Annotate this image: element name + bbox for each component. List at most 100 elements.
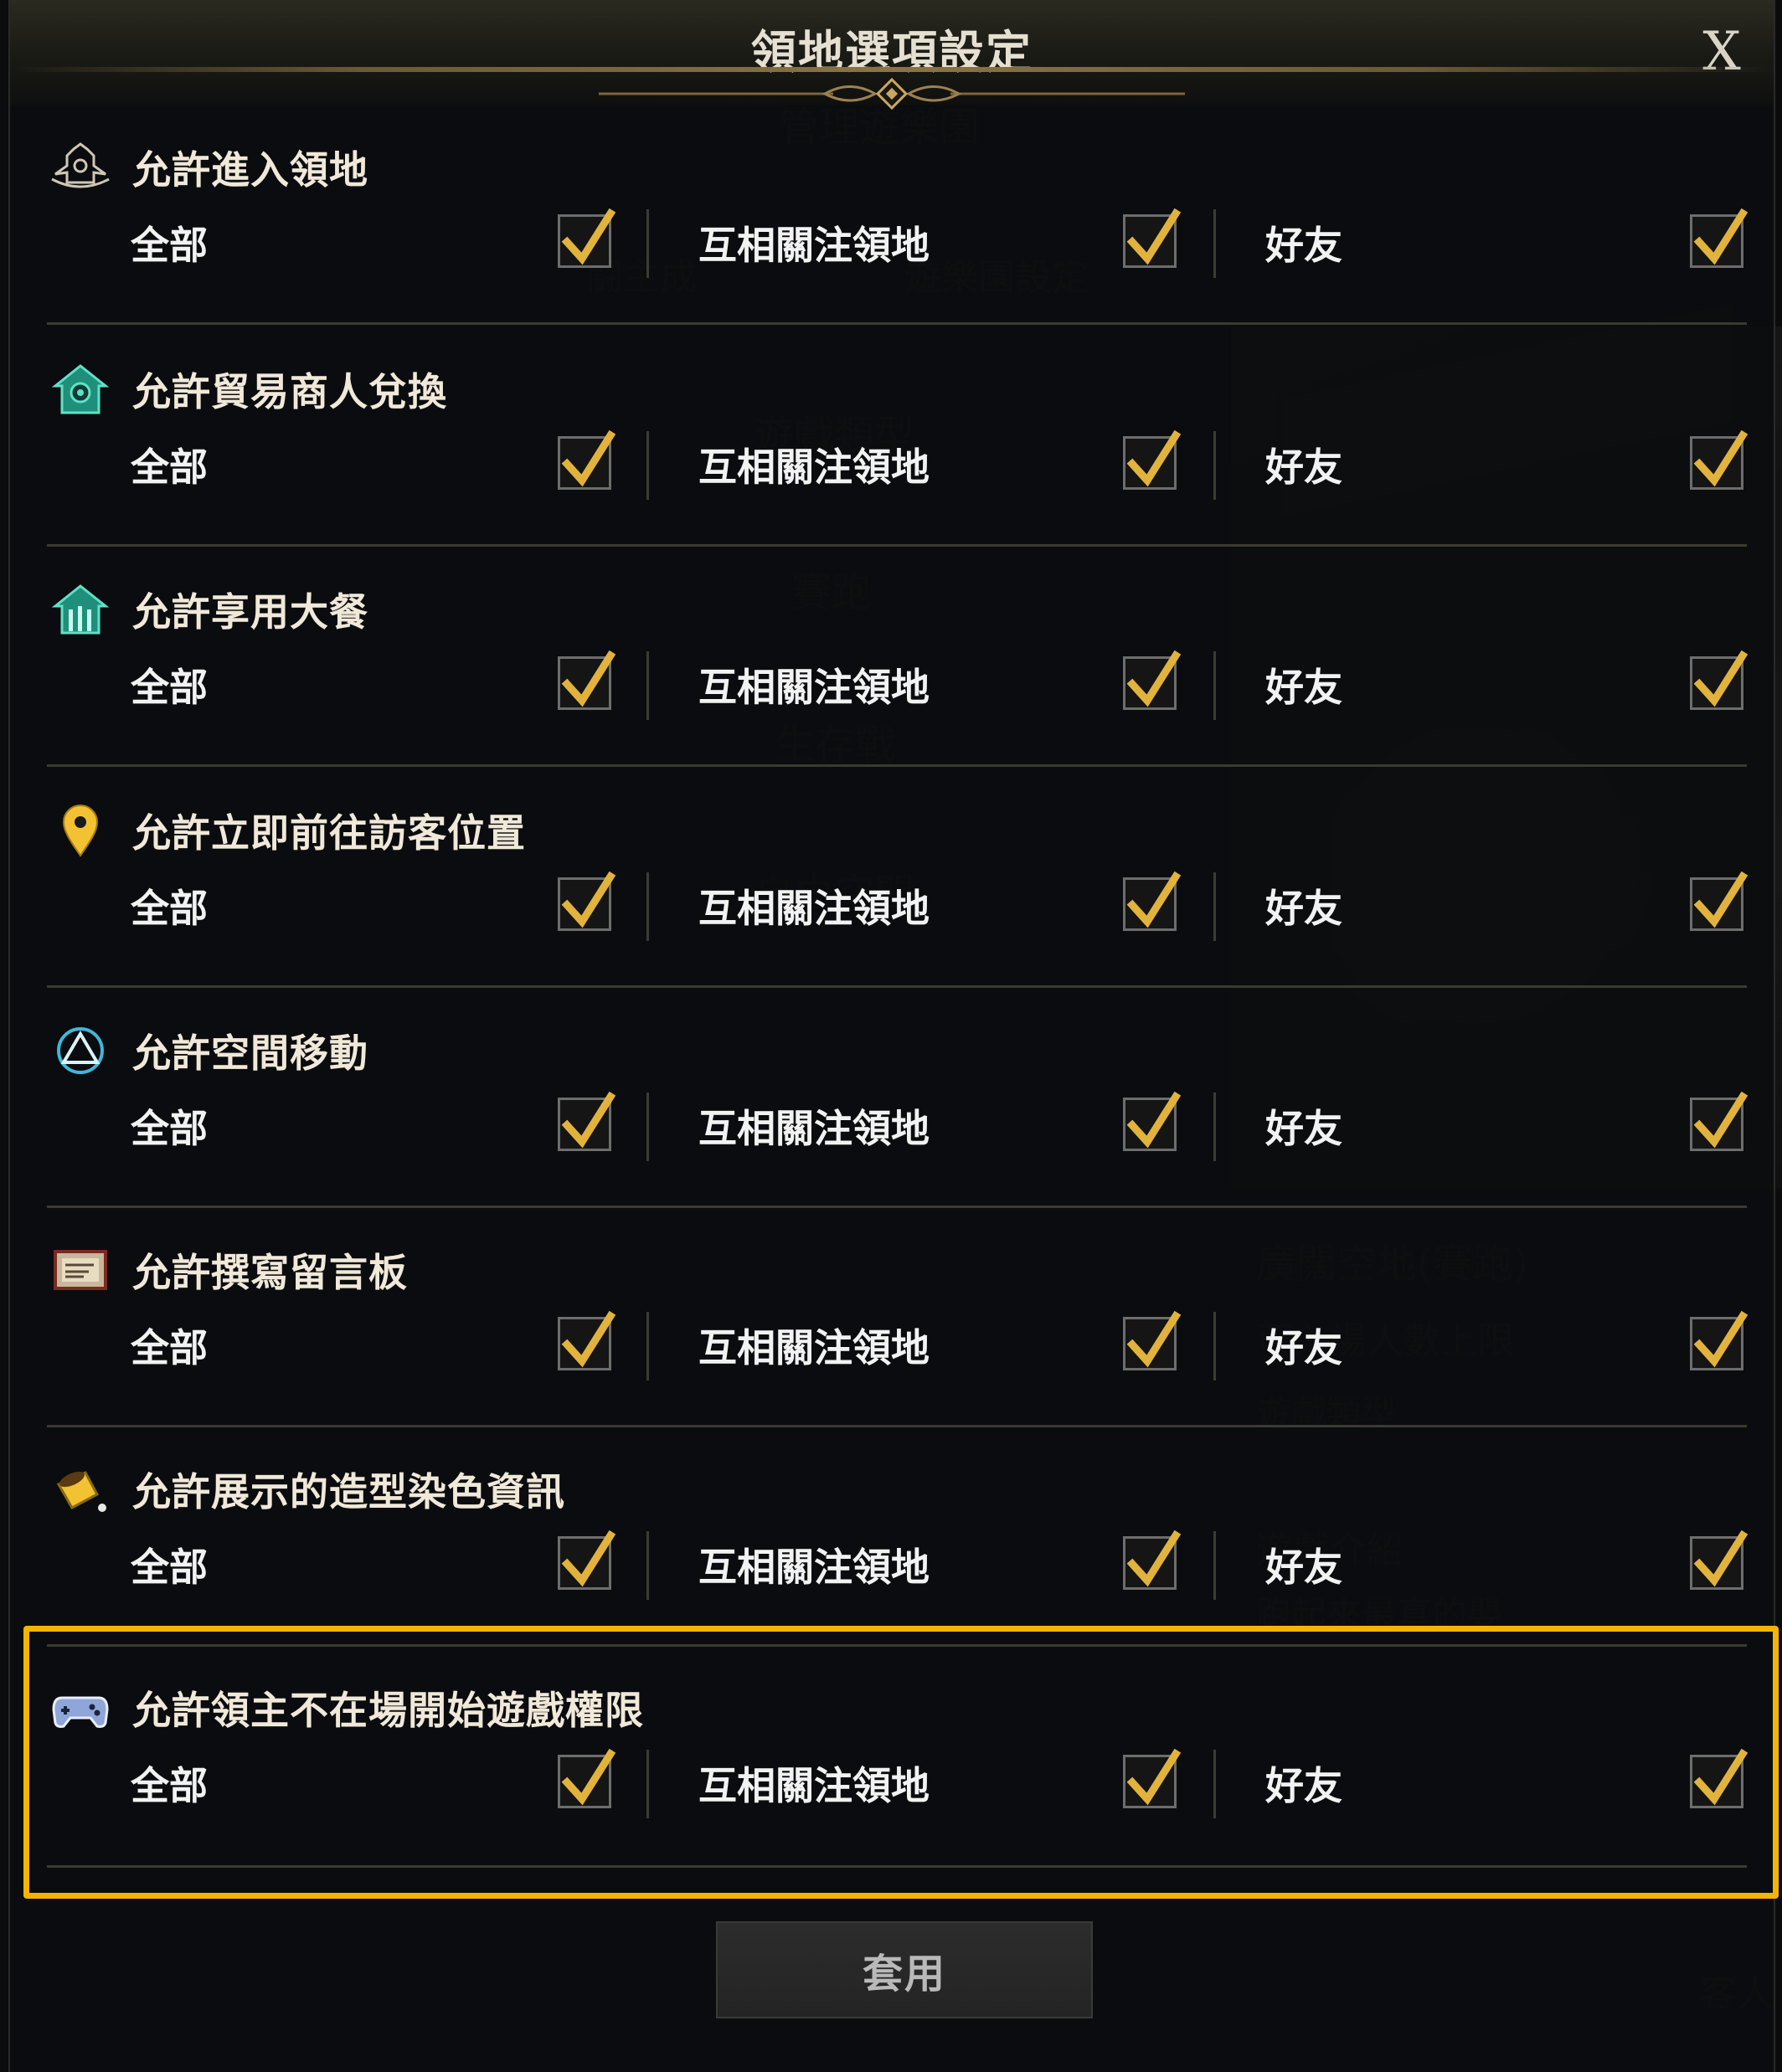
column-divider [1213, 1531, 1216, 1600]
all-label: 全部 [131, 1106, 208, 1151]
option-row-title: 允許撰寫留言板 [132, 1250, 408, 1295]
option-row: 允許立即前往訪客位置 全部 互相關注領地 好友 [47, 797, 1749, 1006]
mutual-follow-label: 互相關注領地 [698, 1106, 930, 1151]
all-label: 全部 [131, 1545, 208, 1590]
option-checkbox-group: 全部 互相關注領地 好友 [47, 1524, 1749, 1605]
location-pin-icon [47, 800, 114, 861]
merchant-house-icon [47, 359, 114, 419]
all-checkbox[interactable] [558, 1311, 616, 1370]
option-checkbox-group: 全部 互相關注領地 好友 [47, 203, 1749, 283]
territory-options-dialog: 領地選項設定 X 允許進入領地 全部 互相關注領地 好友 允許貿易商人兌換 全部 互相關注領… [8, 0, 1779, 2072]
option-row-header: 允許貿易商人兌換 [47, 356, 447, 423]
friends-checkbox[interactable] [1690, 1530, 1749, 1590]
all-checkbox[interactable] [558, 650, 616, 710]
option-row: 允許空間移動 全部 互相關注領地 好友 [47, 1017, 1749, 1226]
friends-label: 好友 [1265, 1325, 1342, 1370]
option-row: 允許撰寫留言板 全部 互相關注領地 好友 [47, 1237, 1749, 1446]
close-button[interactable]: X [1688, 18, 1755, 85]
mutual-follow-label: 互相關注領地 [698, 445, 930, 490]
mutual-follow-label: 互相關注領地 [698, 886, 930, 931]
friends-checkbox[interactable] [1690, 208, 1749, 268]
feast-house-icon [47, 579, 114, 640]
dye-bucket-icon [47, 1459, 114, 1519]
option-row-header: 允許展示的造型染色資訊 [47, 1456, 565, 1523]
option-checkbox-group: 全部 互相關注領地 好友 [47, 645, 1749, 725]
column-divider [646, 651, 649, 720]
mutual-follow-checkbox[interactable] [1123, 1311, 1182, 1370]
option-row-title: 允許貿易商人兌換 [132, 369, 447, 414]
option-row-title: 允許展示的造型染色資訊 [132, 1469, 565, 1514]
friends-label: 好友 [1265, 1545, 1342, 1590]
column-divider [1213, 209, 1216, 278]
column-divider [1213, 872, 1216, 941]
all-label: 全部 [131, 886, 208, 931]
all-checkbox[interactable] [558, 208, 616, 268]
column-divider [1213, 1312, 1216, 1380]
all-label: 全部 [131, 665, 208, 710]
row-divider [47, 764, 1747, 767]
column-divider [646, 1312, 649, 1380]
row-divider [47, 985, 1747, 988]
option-row-title: 允許立即前往訪客位置 [132, 810, 526, 856]
apply-button[interactable]: 套用 [716, 1921, 1093, 2018]
mutual-follow-label: 互相關注領地 [698, 665, 930, 710]
castle-icon [47, 137, 114, 198]
mutual-follow-checkbox[interactable] [1123, 430, 1182, 490]
all-label: 全部 [131, 223, 208, 268]
option-checkbox-group: 全部 互相關注領地 好友 [47, 1305, 1749, 1386]
friends-checkbox[interactable] [1690, 871, 1749, 931]
option-row-header: 允許空間移動 [47, 1017, 368, 1084]
row-divider [47, 322, 1747, 325]
friends-label: 好友 [1265, 665, 1342, 710]
title-ornament-icon [599, 77, 1185, 111]
column-divider [1213, 1093, 1216, 1161]
column-divider [646, 1093, 649, 1161]
option-row-title: 允許進入領地 [132, 147, 368, 193]
mutual-follow-label: 互相關注領地 [698, 1545, 930, 1590]
column-divider [646, 431, 649, 500]
row-divider [47, 1425, 1747, 1427]
column-divider [1213, 651, 1216, 720]
option-row-title: 允許享用大餐 [132, 589, 368, 635]
teleport-icon [47, 1021, 114, 1081]
friends-checkbox[interactable] [1690, 430, 1749, 490]
option-row-header: 允許立即前往訪客位置 [47, 797, 526, 864]
column-divider [646, 872, 649, 941]
dialog-title: 領地選項設定 [751, 26, 1033, 79]
option-row: 允許進入領地 全部 互相關注領地 好友 [47, 134, 1749, 343]
all-label: 全部 [131, 445, 208, 490]
mutual-follow-label: 互相關注領地 [698, 1325, 930, 1370]
option-row-header: 允許撰寫留言板 [47, 1237, 408, 1303]
mutual-follow-checkbox[interactable] [1123, 871, 1182, 931]
option-checkbox-group: 全部 互相關注領地 好友 [47, 866, 1749, 946]
mutual-follow-checkbox[interactable] [1123, 1092, 1182, 1151]
all-label: 全部 [131, 1325, 208, 1370]
all-checkbox[interactable] [558, 871, 616, 931]
row-divider [47, 1206, 1747, 1208]
friends-label: 好友 [1265, 223, 1342, 268]
option-row: 允許享用大餐 全部 互相關注領地 好友 [47, 576, 1749, 785]
mutual-follow-checkbox[interactable] [1123, 1530, 1182, 1590]
highlight-box [23, 1626, 1779, 1899]
dialog-titlebar: 領地選項設定 X [10, 0, 1774, 111]
column-divider [646, 1531, 649, 1600]
friends-checkbox[interactable] [1690, 1092, 1749, 1151]
column-divider [646, 209, 649, 278]
all-checkbox[interactable] [558, 430, 616, 490]
option-row-title: 允許空間移動 [132, 1031, 368, 1076]
mutual-follow-label: 互相關注領地 [698, 223, 930, 268]
option-row-header: 允許進入領地 [47, 134, 368, 201]
row-divider [47, 544, 1747, 547]
option-checkbox-group: 全部 互相關注領地 好友 [47, 1086, 1749, 1166]
mutual-follow-checkbox[interactable] [1123, 208, 1182, 268]
mutual-follow-checkbox[interactable] [1123, 650, 1182, 710]
friends-label: 好友 [1265, 886, 1342, 931]
option-checkbox-group: 全部 互相關注領地 好友 [47, 424, 1749, 505]
option-row: 允許貿易商人兌換 全部 互相關注領地 好友 [47, 356, 1749, 565]
all-checkbox[interactable] [558, 1530, 616, 1590]
message-board-icon [47, 1240, 114, 1300]
friends-checkbox[interactable] [1690, 650, 1749, 710]
column-divider [1213, 431, 1216, 500]
all-checkbox[interactable] [558, 1092, 616, 1151]
friends-checkbox[interactable] [1690, 1311, 1749, 1370]
